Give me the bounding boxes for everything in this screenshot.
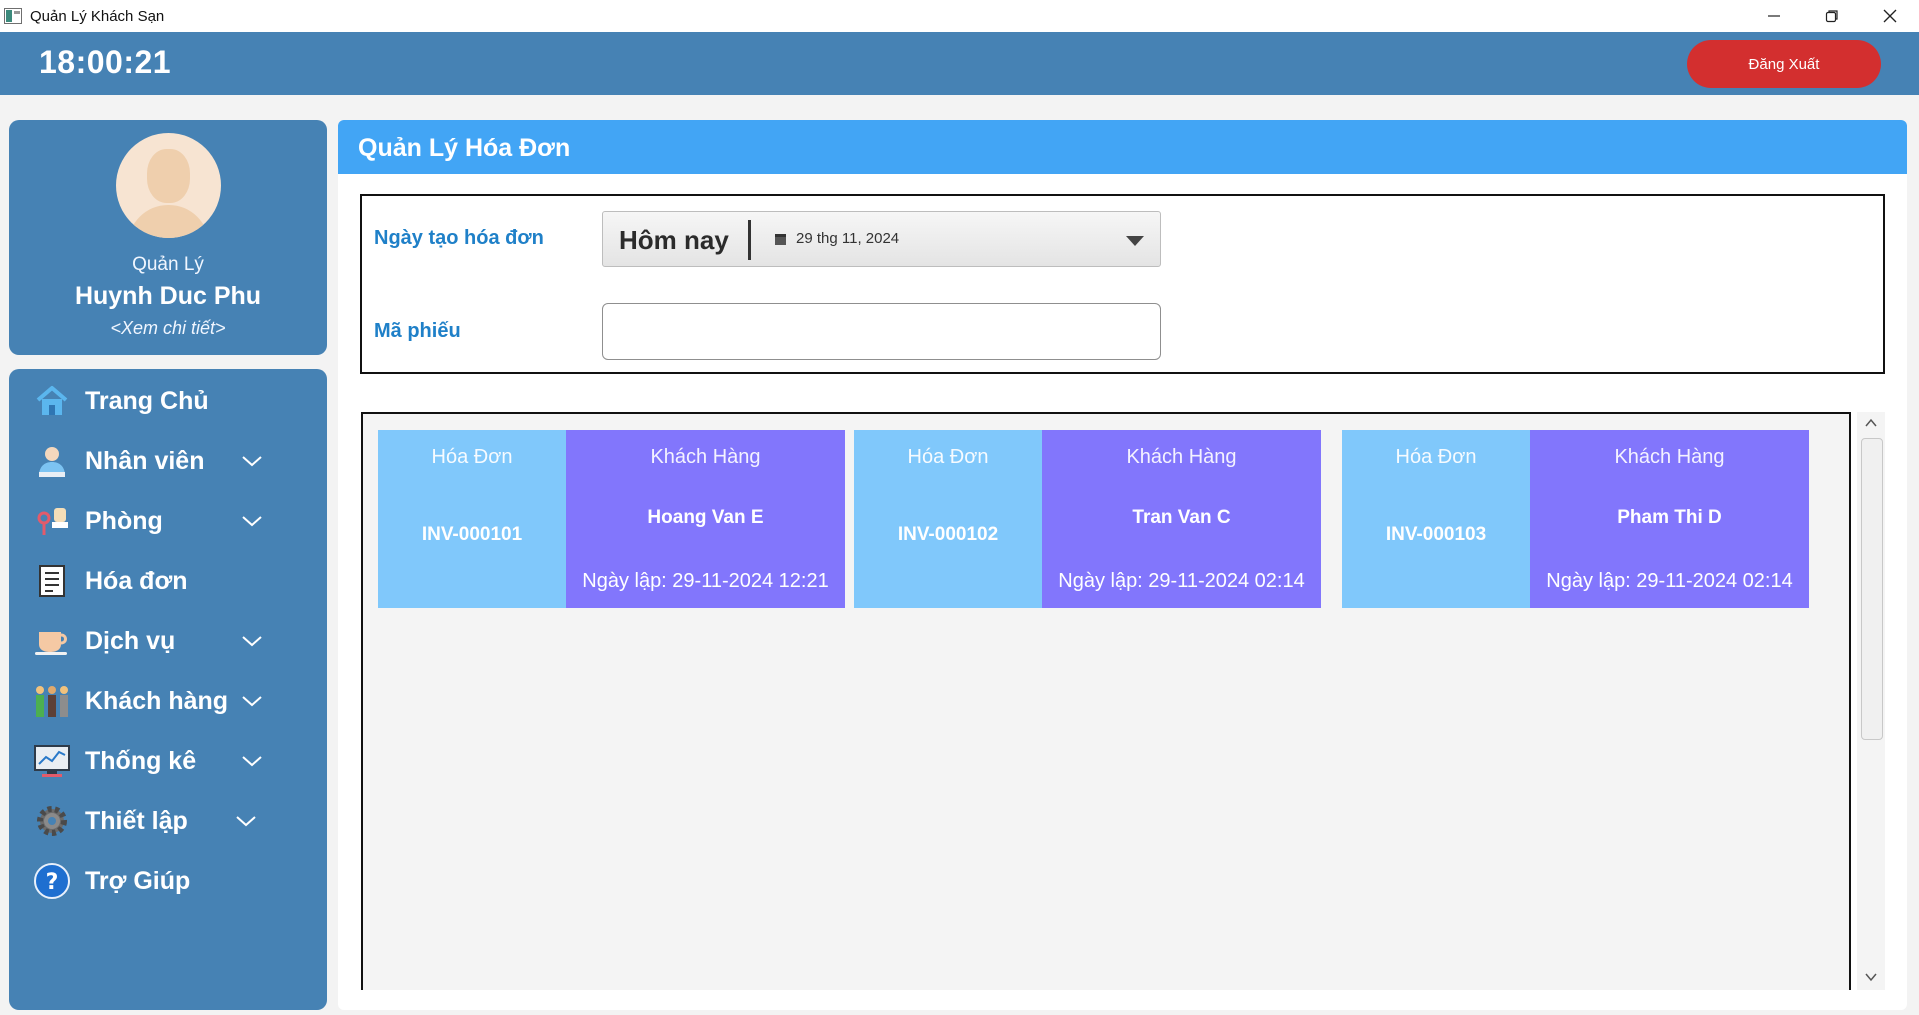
page-title: Quản Lý Hóa Đơn bbox=[358, 134, 571, 162]
chevron-down-icon[interactable] bbox=[241, 634, 263, 648]
invoice-card[interactable]: Hóa Đơn INV-000103 Khách Hàng Pham Thi D… bbox=[1342, 430, 1809, 608]
sidebar-item-label: Hóa đơn bbox=[85, 566, 188, 595]
customer-header: Khách Hàng bbox=[1614, 446, 1725, 468]
home-icon bbox=[33, 382, 71, 420]
combo-separator bbox=[748, 220, 751, 260]
main-panel: Quản Lý Hóa Đơn Ngày tạo hóa đơn Hôm nay… bbox=[338, 120, 1907, 1010]
sidebar-item-rooms[interactable]: Phòng bbox=[9, 496, 327, 546]
customer-name: Tran Van C bbox=[1132, 507, 1231, 528]
invoice-header: Hóa Đơn bbox=[431, 446, 513, 468]
minimize-icon bbox=[1768, 15, 1780, 17]
invoice-header: Hóa Đơn bbox=[1395, 446, 1477, 468]
invoice-card-customer-section: Khách Hàng Tran Van C Ngày lập: 29-11-20… bbox=[1042, 430, 1321, 608]
sidebar-item-services[interactable]: Dịch vụ bbox=[9, 616, 327, 666]
date-value: 29 thg 11, 2024 bbox=[796, 230, 900, 247]
customers-icon bbox=[33, 682, 71, 720]
dropdown-arrow-icon[interactable] bbox=[1126, 236, 1144, 246]
invoice-card-id-section: Hóa Đơn INV-000101 bbox=[378, 430, 566, 608]
close-icon bbox=[1883, 9, 1897, 23]
sidebar-item-label: Phòng bbox=[85, 506, 163, 535]
chevron-down-icon[interactable] bbox=[241, 694, 263, 708]
invoice-header: Hóa Đơn bbox=[907, 446, 989, 468]
coffee-cup-icon bbox=[33, 622, 71, 660]
ticket-code-label: Mã phiếu bbox=[374, 320, 461, 342]
sidebar-item-invoices[interactable]: Hóa đơn bbox=[9, 556, 327, 606]
invoice-card-customer-section: Khách Hàng Pham Thi D Ngày lập: 29-11-20… bbox=[1530, 430, 1809, 608]
customer-name: Hoang Van E bbox=[647, 507, 764, 528]
close-button[interactable] bbox=[1861, 0, 1919, 32]
svg-text:?: ? bbox=[46, 870, 59, 895]
logout-button[interactable]: Đăng Xuất bbox=[1687, 40, 1881, 88]
sidebar-item-statistics[interactable]: Thống kê bbox=[9, 736, 327, 786]
invoice-date-picker[interactable]: Hôm nay 29 thg 11, 2024 bbox=[602, 211, 1161, 267]
invoice-list-scrollbar[interactable] bbox=[1857, 412, 1885, 990]
top-bar: 18:00:21 Đăng Xuất bbox=[0, 32, 1919, 95]
ticket-code-input[interactable] bbox=[602, 303, 1161, 360]
invoice-date-label: Ngày tạo hóa đơn bbox=[374, 227, 544, 249]
restore-button[interactable] bbox=[1803, 0, 1861, 32]
sidebar-nav: Trang Chủ Nhân viên Phòng Hóa đơn Dịch v… bbox=[9, 369, 327, 1010]
sidebar-item-label: Trang Chủ bbox=[85, 386, 209, 415]
user-role: Quản Lý bbox=[132, 254, 204, 275]
customer-header: Khách Hàng bbox=[1126, 446, 1237, 468]
invoice-id: INV-000102 bbox=[897, 524, 999, 545]
profile-card: Quản Lý Huynh Duc Phu <Xem chi tiết> bbox=[9, 120, 327, 355]
invoice-card-id-section: Hóa Đơn INV-000102 bbox=[854, 430, 1042, 608]
avatar bbox=[116, 133, 221, 238]
scrollbar-thumb[interactable] bbox=[1861, 438, 1883, 740]
invoice-list: Hóa Đơn INV-000101 Khách Hàng Hoang Van … bbox=[361, 412, 1851, 990]
window-title: Quản Lý Khách Sạn bbox=[30, 7, 165, 25]
main-header: Quản Lý Hóa Đơn bbox=[338, 120, 1907, 174]
sidebar-item-customers[interactable]: Khách hàng bbox=[9, 676, 327, 726]
sidebar-item-settings[interactable]: Thiết lập bbox=[9, 796, 327, 846]
invoice-card[interactable]: Hóa Đơn INV-000101 Khách Hàng Hoang Van … bbox=[378, 430, 845, 608]
clock: 18:00:21 bbox=[39, 44, 172, 80]
statistics-monitor-icon bbox=[33, 742, 71, 780]
help-icon: ? bbox=[33, 862, 71, 900]
employee-icon bbox=[33, 442, 71, 480]
invoice-created-date: Ngày lập: 29-11-2024 12:21 bbox=[582, 570, 829, 592]
invoice-card-id-section: Hóa Đơn INV-000103 bbox=[1342, 430, 1530, 608]
filter-panel: Ngày tạo hóa đơn Hôm nay 29 thg 11, 2024… bbox=[360, 194, 1885, 374]
room-key-icon bbox=[33, 502, 71, 540]
sidebar-item-label: Thống kê bbox=[85, 746, 197, 775]
sidebar-item-help[interactable]: ? Trợ Giúp bbox=[9, 856, 327, 906]
sidebar-item-employees[interactable]: Nhân viên bbox=[9, 436, 327, 486]
sidebar-item-label: Trợ Giúp bbox=[85, 866, 191, 895]
invoice-created-date: Ngày lập: 29-11-2024 02:14 bbox=[1546, 570, 1793, 592]
chevron-down-icon[interactable] bbox=[235, 814, 257, 828]
gear-icon bbox=[33, 802, 71, 840]
invoice-created-date: Ngày lập: 29-11-2024 02:14 bbox=[1058, 570, 1305, 592]
view-details-link[interactable]: <Xem chi tiết> bbox=[9, 318, 327, 339]
chevron-down-icon[interactable] bbox=[241, 454, 263, 468]
app-icon bbox=[4, 8, 22, 24]
window-controls bbox=[1745, 0, 1919, 32]
customer-header: Khách Hàng bbox=[650, 446, 761, 468]
date-preset-label: Hôm nay bbox=[619, 225, 729, 255]
invoice-card-customer-section: Khách Hàng Hoang Van E Ngày lập: 29-11-2… bbox=[566, 430, 845, 608]
sidebar-item-home[interactable]: Trang Chủ bbox=[9, 376, 327, 426]
scroll-up-icon[interactable] bbox=[1864, 416, 1878, 430]
chevron-down-icon[interactable] bbox=[241, 754, 263, 768]
scroll-down-icon[interactable] bbox=[1864, 970, 1878, 984]
invoice-id: INV-000101 bbox=[421, 524, 523, 545]
invoice-card[interactable]: Hóa Đơn INV-000102 Khách Hàng Tran Van C… bbox=[854, 430, 1321, 608]
calendar-icon bbox=[775, 234, 786, 245]
chevron-down-icon[interactable] bbox=[241, 514, 263, 528]
user-name: Huynh Duc Phu bbox=[74, 282, 262, 310]
customer-name: Pham Thi D bbox=[1617, 507, 1722, 528]
invoice-id: INV-000103 bbox=[1385, 524, 1487, 545]
window-titlebar: Quản Lý Khách Sạn bbox=[0, 0, 1919, 32]
sidebar-item-label: Thiết lập bbox=[85, 806, 188, 835]
sidebar-item-label: Nhân viên bbox=[85, 446, 205, 475]
sidebar-item-label: Khách hàng bbox=[85, 686, 229, 715]
invoice-icon bbox=[33, 562, 71, 600]
minimize-button[interactable] bbox=[1745, 0, 1803, 32]
restore-icon bbox=[1825, 10, 1838, 23]
sidebar-item-label: Dịch vụ bbox=[85, 626, 176, 655]
